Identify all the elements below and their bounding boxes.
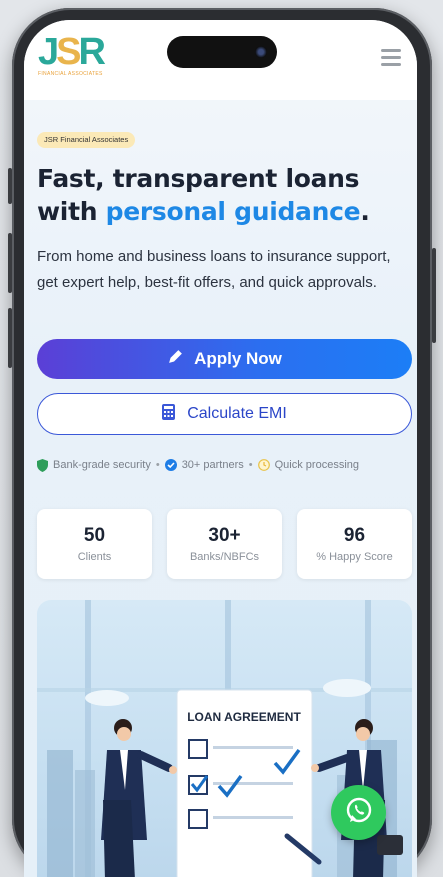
- stat-value: 96: [343, 525, 366, 546]
- whatsapp-button[interactable]: [331, 785, 386, 840]
- page-title: Fast, transparent loans with personal gu…: [37, 164, 370, 226]
- clock-icon: [257, 459, 270, 471]
- phone-side-button: [8, 168, 12, 204]
- shield-icon: [37, 458, 48, 472]
- trust-indicators: Bank-grade security • 30+ partners • Qui…: [37, 457, 412, 473]
- brand-logo[interactable]: JSR FINANCIAL ASSOCIATES: [38, 30, 118, 90]
- phone-power-button: [432, 248, 436, 343]
- screen: JSR FINANCIAL ASSOCIATES JSR Financial A…: [24, 20, 417, 877]
- phone-side-button: [8, 308, 12, 368]
- logo-subtitle: FINANCIAL ASSOCIATES: [38, 71, 103, 77]
- pencil-icon: [167, 348, 184, 370]
- stat-card: 30+ Banks/NBFCs: [167, 509, 282, 579]
- whatsapp-icon: [344, 796, 374, 830]
- headline-accent: personal guidance: [105, 197, 361, 226]
- dynamic-island: [167, 36, 277, 68]
- stat-label: % Happy Score: [316, 551, 393, 563]
- trust-processing: Quick processing: [274, 459, 359, 471]
- camera-icon: [255, 46, 267, 58]
- stat-card: 96 % Happy Score: [297, 509, 412, 579]
- document-title: LOAN AGREEMENT: [187, 710, 301, 724]
- stat-label: Banks/NBFCs: [189, 551, 260, 563]
- stat-card: 50 Clients: [37, 509, 152, 579]
- check-circle-icon: [164, 459, 177, 471]
- calculate-emi-label: Calculate EMI: [187, 405, 287, 422]
- hero-description: From home and business loans to insuranc…: [37, 248, 391, 291]
- stat-label: Clients: [77, 551, 112, 563]
- trust-security: Bank-grade security: [53, 459, 151, 471]
- trust-partners: 30+ partners: [181, 459, 244, 471]
- apply-now-label: Apply Now: [194, 349, 282, 368]
- stat-value: 30+: [208, 525, 241, 546]
- apply-now-button[interactable]: Apply Now: [37, 339, 412, 379]
- menu-icon[interactable]: [381, 49, 401, 67]
- brand-badge: JSR Financial Associates: [37, 132, 136, 148]
- calculator-icon: [162, 403, 176, 425]
- phone-side-button: [8, 233, 12, 293]
- calculate-emi-button[interactable]: Calculate EMI: [37, 393, 412, 435]
- logo-mark: JSR: [38, 31, 106, 73]
- stats-row: 50 Clients 30+ Banks/NBFCs 96 % Happy Sc…: [37, 509, 412, 579]
- stat-value: 50: [83, 525, 106, 546]
